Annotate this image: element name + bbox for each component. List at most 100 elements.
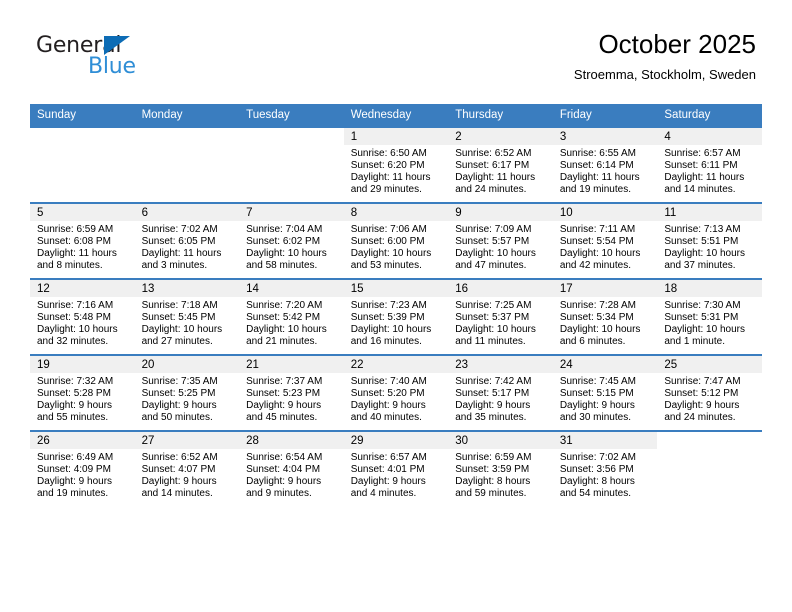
day-cell[interactable]: 30 Sunrise: 6:59 AM Sunset: 3:59 PM Dayligh… (448, 430, 553, 506)
daylight-text-line2: and 19 minutes. (37, 487, 109, 499)
day-cell[interactable]: 27 Sunrise: 6:52 AM Sunset: 4:07 PM Dayligh… (134, 430, 240, 506)
daylight-text-line1: Daylight: 9 hours (246, 475, 322, 487)
day-cell[interactable]: 8 Sunrise: 7:06 AM Sunset: 6:00 PM Daylight… (343, 202, 449, 279)
weekday-header-thursday: Thursday (448, 104, 553, 127)
day-details: Sunrise: 7:37 AM Sunset: 5:23 PM Daylight:… (239, 373, 344, 424)
day-cell[interactable]: 15 Sunrise: 7:23 AM Sunset: 5:39 PM Dayligh… (343, 278, 449, 355)
day-cell[interactable]: 24 Sunrise: 7:45 AM Sunset: 5:15 PM Dayligh… (552, 354, 658, 431)
day-cell[interactable]: 21 Sunrise: 7:37 AM Sunset: 5:23 PM Dayligh… (239, 354, 344, 431)
daylight-text-line2: and 50 minutes. (141, 411, 213, 423)
day-details: Sunrise: 6:54 AM Sunset: 4:04 PM Daylight:… (239, 449, 344, 500)
sunset-text: Sunset: 5:23 PM (246, 387, 321, 399)
day-number: 12 (30, 280, 135, 297)
day-cell[interactable]: 31 Sunrise: 7:02 AM Sunset: 3:56 PM Dayligh… (552, 430, 658, 506)
day-cell[interactable]: 18 Sunrise: 7:30 AM Sunset: 5:31 PM Dayligh… (657, 278, 762, 355)
day-details: Sunrise: 6:52 AM Sunset: 4:07 PM Daylight:… (135, 449, 240, 500)
day-cell[interactable]: 5 Sunrise: 6:59 AM Sunset: 6:08 PM Daylight… (30, 202, 135, 279)
day-cell[interactable]: 4 Sunrise: 6:57 AM Sunset: 6:11 PM Daylight… (657, 126, 762, 203)
day-number: 2 (448, 128, 553, 145)
sunset-text: Sunset: 6:00 PM (350, 235, 425, 247)
day-cell[interactable]: 16 Sunrise: 7:25 AM Sunset: 5:37 PM Dayligh… (448, 278, 553, 355)
sunrise-text: Sunrise: 7:42 AM (455, 376, 532, 387)
day-cell[interactable]: 10 Sunrise: 7:11 AM Sunset: 5:54 PM Dayligh… (552, 202, 658, 279)
daylight-text-line2: and 16 minutes. (350, 335, 422, 347)
daylight-text-line1: Daylight: 10 hours (37, 323, 118, 335)
daylight-text-line1: Daylight: 10 hours (455, 323, 536, 335)
day-number: 29 (343, 432, 449, 449)
sunset-text: Sunset: 5:37 PM (455, 311, 530, 323)
sunset-text: Sunset: 5:25 PM (141, 387, 216, 399)
day-number: 5 (30, 204, 135, 221)
sunset-text: Sunset: 4:01 PM (350, 463, 425, 475)
sunset-text: Sunset: 5:20 PM (350, 387, 425, 399)
day-cell[interactable]: 23 Sunrise: 7:42 AM Sunset: 5:17 PM Dayligh… (448, 354, 553, 431)
sunrise-text: Sunrise: 7:28 AM (559, 300, 636, 311)
day-number: 9 (448, 204, 553, 221)
sunset-text: Sunset: 6:17 PM (455, 159, 530, 171)
daylight-text-line1: Daylight: 10 hours (664, 323, 745, 335)
sunset-text: Sunset: 5:51 PM (664, 235, 739, 247)
sunrise-text: Sunrise: 6:57 AM (664, 148, 741, 159)
day-details: Sunrise: 7:06 AM Sunset: 6:00 PM Daylight:… (344, 221, 449, 272)
day-details: Sunrise: 6:59 AM Sunset: 3:59 PM Daylight:… (448, 449, 553, 500)
daylight-text-line1: Daylight: 9 hours (141, 475, 217, 487)
day-cell[interactable]: 6 Sunrise: 7:02 AM Sunset: 6:05 PM Daylight… (134, 202, 240, 279)
day-number: 27 (134, 432, 240, 449)
calendar-body: 1 Sunrise: 6:50 AM Sunset: 6:20 PM Daylight… (30, 126, 762, 506)
calendar-page: General Blue October 2025 Stroemma, Stoc… (0, 0, 792, 612)
daylight-text-line2: and 27 minutes. (141, 335, 213, 347)
sunset-text: Sunset: 6:05 PM (141, 235, 216, 247)
daylight-text-line2: and 29 minutes. (350, 183, 422, 195)
weekday-header-tuesday: Tuesday (239, 104, 344, 127)
daylight-text-line2: and 47 minutes. (455, 259, 527, 271)
day-cell[interactable]: 9 Sunrise: 7:09 AM Sunset: 5:57 PM Daylight… (448, 202, 553, 279)
day-details: Sunrise: 7:45 AM Sunset: 5:15 PM Daylight:… (553, 373, 658, 424)
day-number: 21 (239, 356, 344, 373)
weekday-header-monday: Monday (134, 104, 240, 127)
sunset-text: Sunset: 4:04 PM (246, 463, 321, 475)
sunset-text: Sunset: 5:34 PM (559, 311, 634, 323)
daylight-text-line2: and 40 minutes. (350, 411, 422, 423)
daylight-text-line2: and 9 minutes. (246, 487, 312, 499)
day-cell[interactable]: 28 Sunrise: 6:54 AM Sunset: 4:04 PM Dayligh… (239, 430, 344, 506)
day-number: 16 (448, 280, 553, 297)
sunrise-text: Sunrise: 7:20 AM (246, 300, 323, 311)
daylight-text-line1: Daylight: 11 hours (664, 171, 745, 183)
day-cell[interactable]: 19 Sunrise: 7:32 AM Sunset: 5:28 PM Dayligh… (30, 354, 135, 431)
sunset-text: Sunset: 5:57 PM (455, 235, 530, 247)
day-cell[interactable]: 3 Sunrise: 6:55 AM Sunset: 6:14 PM Daylight… (552, 126, 658, 203)
daylight-text-line2: and 1 minute. (664, 335, 725, 347)
daylight-text-line1: Daylight: 10 hours (350, 247, 432, 259)
day-number: 10 (552, 204, 658, 221)
day-cell[interactable]: 13 Sunrise: 7:18 AM Sunset: 5:45 PM Dayligh… (134, 278, 240, 355)
day-cell[interactable]: 20 Sunrise: 7:35 AM Sunset: 5:25 PM Dayligh… (134, 354, 240, 431)
day-number: 14 (239, 280, 344, 297)
sunset-text: Sunset: 5:48 PM (37, 311, 111, 323)
day-cell[interactable]: 11 Sunrise: 7:13 AM Sunset: 5:51 PM Dayligh… (657, 202, 762, 279)
sunset-text: Sunset: 5:42 PM (246, 311, 321, 323)
sunrise-text: Sunrise: 7:37 AM (246, 376, 323, 387)
daylight-text-line2: and 59 minutes. (455, 487, 527, 499)
day-cell[interactable]: 17 Sunrise: 7:28 AM Sunset: 5:34 PM Dayligh… (552, 278, 658, 355)
day-cell[interactable]: 7 Sunrise: 7:04 AM Sunset: 6:02 PM Daylight… (239, 202, 344, 279)
daylight-text-line2: and 24 minutes. (664, 411, 736, 423)
sunset-text: Sunset: 5:45 PM (141, 311, 216, 323)
day-cell[interactable]: 25 Sunrise: 7:47 AM Sunset: 5:12 PM Dayligh… (657, 354, 762, 431)
day-cell[interactable]: 12 Sunrise: 7:16 AM Sunset: 5:48 PM Dayligh… (30, 278, 135, 355)
day-cell[interactable]: 29 Sunrise: 6:57 AM Sunset: 4:01 PM Dayligh… (343, 430, 449, 506)
day-details: Sunrise: 7:30 AM Sunset: 5:31 PM Daylight:… (657, 297, 762, 348)
sunrise-text: Sunrise: 7:18 AM (141, 300, 218, 311)
day-cell[interactable]: 22 Sunrise: 7:40 AM Sunset: 5:20 PM Dayligh… (343, 354, 449, 431)
day-number: 3 (552, 128, 658, 145)
day-cell[interactable]: 1 Sunrise: 6:50 AM Sunset: 6:20 PM Daylight… (343, 126, 449, 203)
calendar-week-row: 1 Sunrise: 6:50 AM Sunset: 6:20 PM Daylight… (30, 126, 762, 203)
day-details: Sunrise: 7:18 AM Sunset: 5:45 PM Daylight:… (135, 297, 240, 348)
calendar-week-row: 26 Sunrise: 6:49 AM Sunset: 4:09 PM Dayligh… (30, 430, 762, 506)
day-details: Sunrise: 7:02 AM Sunset: 6:05 PM Daylight:… (135, 221, 240, 272)
day-cell[interactable]: 26 Sunrise: 6:49 AM Sunset: 4:09 PM Dayligh… (30, 430, 135, 506)
day-cell[interactable]: 14 Sunrise: 7:20 AM Sunset: 5:42 PM Dayligh… (239, 278, 344, 355)
day-cell[interactable]: 2 Sunrise: 6:52 AM Sunset: 6:17 PM Daylight… (448, 126, 553, 203)
sunrise-text: Sunrise: 7:47 AM (664, 376, 741, 387)
day-cell-empty (239, 126, 344, 203)
day-details: Sunrise: 7:20 AM Sunset: 5:42 PM Daylight:… (239, 297, 344, 348)
